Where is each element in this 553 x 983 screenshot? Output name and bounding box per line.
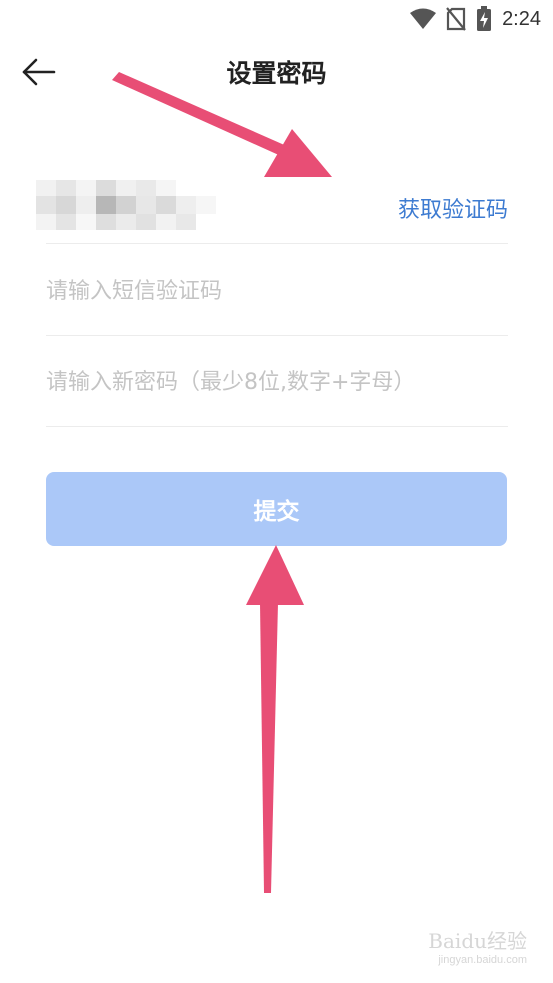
page-title: 设置密码 xyxy=(226,59,327,88)
battery-charging-icon xyxy=(476,6,492,32)
phone-row: 获取验证码 xyxy=(36,168,508,244)
no-sim-icon xyxy=(446,7,466,31)
masked-phone-number xyxy=(36,180,216,230)
submit-button[interactable]: 提交 xyxy=(46,472,507,546)
sms-code-field xyxy=(46,245,508,336)
sms-code-input[interactable] xyxy=(46,267,508,315)
status-icons: 2:24 xyxy=(410,6,541,32)
annotation-arrow-to-submit xyxy=(246,545,304,893)
status-time: 2:24 xyxy=(502,7,541,30)
new-password-field xyxy=(46,336,508,427)
header: 设置密码 xyxy=(0,40,553,104)
get-verification-code-link[interactable]: 获取验证码 xyxy=(398,192,508,224)
wifi-icon xyxy=(410,8,437,30)
watermark-url: jingyan.baidu.com xyxy=(438,954,527,966)
status-bar: 2:24 xyxy=(0,0,553,40)
baidu-jingyan-watermark: Baidu经验 jingyan.baidu.com xyxy=(428,925,527,966)
watermark-brand: Baidu经验 xyxy=(428,929,527,953)
new-password-input[interactable] xyxy=(46,358,508,406)
